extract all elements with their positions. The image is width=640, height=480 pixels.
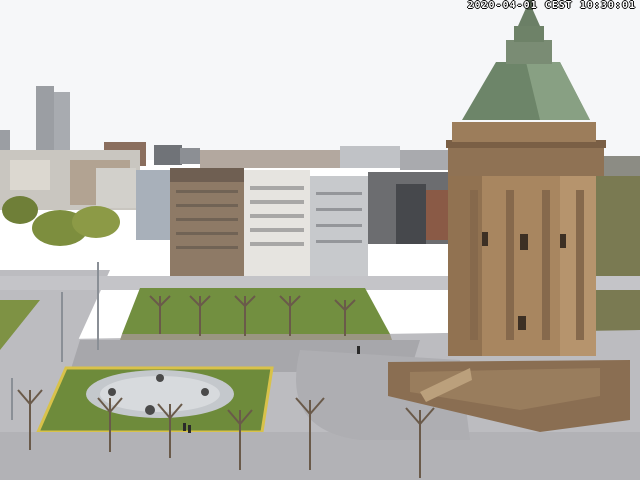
webcam-frame: 2020-04-01 CEST 10:30:01: [0, 0, 640, 480]
tower-lantern: [514, 26, 544, 42]
city-scene: [0, 0, 640, 480]
lower-street: [0, 432, 640, 480]
main-buildings: [170, 168, 456, 276]
webcam-timestamp: 2020-04-01 CEST 10:30:01: [467, 0, 636, 11]
tower-frieze: [448, 146, 604, 176]
right-greenery: [590, 176, 640, 336]
upper-lawn-edge: [120, 334, 392, 340]
upper-lawn: [122, 288, 390, 334]
